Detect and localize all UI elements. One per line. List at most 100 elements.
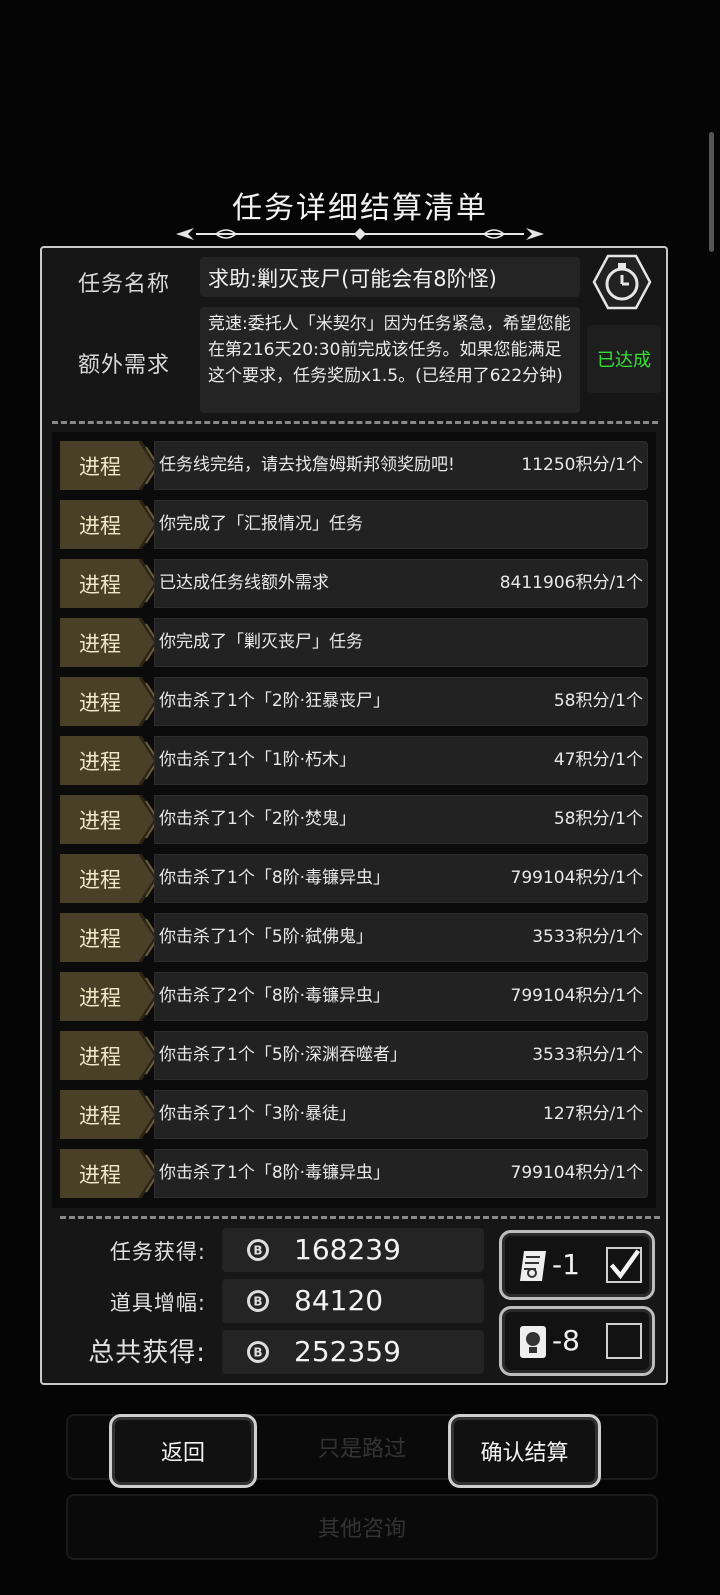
progress-row-desc: 你击杀了1个「2阶·焚鬼」	[159, 809, 357, 829]
svg-text:B: B	[253, 1295, 262, 1309]
progress-row-body: 你击杀了1个「5阶·弑佛鬼」 3533积分/1个	[154, 913, 648, 962]
progress-row-body: 你击杀了1个「2阶·狂暴丧尸」 58积分/1个	[154, 677, 648, 726]
progress-tag-label: 进程	[79, 1044, 121, 1069]
progress-row-desc: 你击杀了1个「2阶·狂暴丧尸」	[159, 691, 391, 711]
progress-row-body: 你完成了「汇报情况」任务	[154, 500, 648, 549]
coin-icon: B	[247, 1341, 269, 1363]
progress-row-desc: 你击杀了1个「5阶·深渊吞噬者」	[159, 1045, 408, 1065]
progress-row-desc: 你击杀了1个「8阶·毒镰异虫」	[159, 1163, 391, 1183]
title-ornament	[176, 228, 544, 240]
task-name-label: 任务名称	[78, 272, 171, 297]
extra-requirement-label: 额外需求	[78, 353, 171, 378]
progress-row-value: 58积分/1个	[553, 691, 643, 711]
progress-row: 进程 你击杀了1个「1阶·朽木」 47积分/1个	[60, 736, 648, 785]
task-earned-label: 任务获得:	[109, 1240, 206, 1264]
scroll-option[interactable]: -1	[499, 1230, 655, 1300]
progress-row-desc: 你完成了「汇报情况」任务	[159, 514, 363, 534]
progress-row-body: 你击杀了1个「2阶·焚鬼」 58积分/1个	[154, 795, 648, 844]
progress-row: 进程 你击杀了1个「5阶·弑佛鬼」 3533积分/1个	[60, 913, 648, 962]
progress-row-desc: 你击杀了2个「8阶·毒镰异虫」	[159, 986, 391, 1006]
progress-row-body: 你击杀了1个「1阶·朽木」 47积分/1个	[154, 736, 648, 785]
progress-row-body: 你击杀了1个「8阶·毒镰异虫」 799104积分/1个	[154, 854, 648, 903]
progress-row-value: 58积分/1个	[553, 809, 643, 829]
progress-row-body: 你完成了「剿灭丧尸」任务	[154, 618, 648, 667]
progress-row-value: 799104积分/1个	[510, 1163, 643, 1183]
coin-icon: B	[247, 1290, 269, 1312]
progress-tag-label: 进程	[79, 749, 121, 774]
dialog-title: 任务详细结算清单	[232, 191, 488, 226]
card-checkbox[interactable]	[606, 1323, 642, 1359]
progress-row-body: 已达成任务线额外需求 8411906积分/1个	[154, 559, 648, 608]
divider	[60, 1216, 660, 1219]
progress-row-desc: 你击杀了1个「3阶·暴徒」	[159, 1104, 357, 1124]
progress-row-desc: 你击杀了1个「5阶·弑佛鬼」	[159, 927, 374, 947]
back-button[interactable]: 返回	[109, 1414, 257, 1488]
progress-row-value: 47积分/1个	[553, 750, 643, 770]
scroll-checkbox[interactable]	[606, 1247, 642, 1283]
progress-row: 进程 你完成了「汇报情况」任务	[60, 500, 648, 549]
coin-icon: B	[247, 1239, 269, 1261]
scroll-cost: -1	[552, 1248, 580, 1281]
progress-tag-label: 进程	[79, 926, 121, 951]
item-bonus-value: 84120	[294, 1284, 384, 1317]
card-option[interactable]: -8	[499, 1306, 655, 1376]
progress-row-value: 799104积分/1个	[510, 986, 643, 1006]
requirement-status: 已达成	[587, 325, 661, 393]
total-earned-value: 252359	[294, 1335, 401, 1368]
progress-row: 进程 任务线完结，请去找詹姆斯邦领奖励吧! 11250积分/1个	[60, 441, 648, 490]
task-name-value: 求助:剿灭丧尸(可能会有8阶怪)	[200, 257, 580, 297]
progress-row-value: 799104积分/1个	[510, 868, 643, 888]
total-earned-box: B 252359	[222, 1330, 484, 1374]
card-cost: -8	[552, 1324, 580, 1357]
progress-row-body: 你击杀了1个「8阶·毒镰异虫」 799104积分/1个	[154, 1149, 648, 1198]
extra-requirement-text: 竞速:委托人「米契尔」因为任务紧急，希望您能在第216天20:30前完成该任务。…	[200, 307, 580, 413]
stopwatch-icon	[592, 254, 652, 310]
item-bonus-label: 道具增幅:	[109, 1291, 206, 1315]
progress-tag-label: 进程	[79, 1162, 121, 1187]
confirm-settlement-button[interactable]: 确认结算	[448, 1414, 601, 1488]
item-bonus-box: B 84120	[222, 1279, 484, 1323]
progress-row-value: 3533积分/1个	[532, 1045, 643, 1065]
progress-tag-label: 进程	[79, 572, 121, 597]
progress-row-desc: 你击杀了1个「8阶·毒镰异虫」	[159, 868, 391, 888]
progress-tag-label: 进程	[79, 454, 121, 479]
progress-tag-label: 进程	[79, 1103, 121, 1128]
progress-row: 进程 你击杀了1个「5阶·深渊吞噬者」 3533积分/1个	[60, 1031, 648, 1080]
progress-row: 进程 你击杀了2个「8阶·毒镰异虫」 799104积分/1个	[60, 972, 648, 1021]
bg-button-other-consult: 其他咨询	[66, 1494, 658, 1560]
progress-row: 进程 你完成了「剿灭丧尸」任务	[60, 618, 648, 667]
progress-tag-label: 进程	[79, 690, 121, 715]
progress-row-value: 8411906积分/1个	[499, 573, 643, 593]
progress-row-body: 任务线完结，请去找詹姆斯邦领奖励吧! 11250积分/1个	[154, 441, 648, 490]
svg-text:B: B	[253, 1346, 262, 1360]
task-earned-box: B 168239	[222, 1228, 484, 1272]
checkmark-icon	[609, 1249, 641, 1280]
progress-row-value: 11250积分/1个	[521, 455, 643, 475]
progress-row-desc: 任务线完结，请去找詹姆斯邦领奖励吧!	[159, 455, 455, 475]
progress-row-value: 127积分/1个	[543, 1104, 643, 1124]
scroll-icon	[520, 1251, 546, 1281]
progress-row-body: 你击杀了2个「8阶·毒镰异虫」 799104积分/1个	[154, 972, 648, 1021]
progress-row: 进程 你击杀了1个「2阶·焚鬼」 58积分/1个	[60, 795, 648, 844]
task-earned-value: 168239	[294, 1233, 401, 1266]
progress-row-body: 你击杀了1个「3阶·暴徒」 127积分/1个	[154, 1090, 648, 1139]
progress-row-desc: 已达成任务线额外需求	[159, 573, 329, 593]
svg-text:B: B	[253, 1244, 262, 1258]
progress-row: 进程 你击杀了1个「3阶·暴徒」 127积分/1个	[60, 1090, 648, 1139]
total-earned-label: 总共获得:	[88, 1338, 206, 1368]
progress-row-desc: 你完成了「剿灭丧尸」任务	[159, 632, 363, 652]
progress-tag-label: 进程	[79, 631, 121, 656]
progress-row: 进程 你击杀了1个「8阶·毒镰异虫」 799104积分/1个	[60, 854, 648, 903]
card-icon	[520, 1326, 546, 1358]
progress-row-value: 3533积分/1个	[532, 927, 643, 947]
divider	[52, 421, 658, 424]
progress-row: 进程 你击杀了1个「2阶·狂暴丧尸」 58积分/1个	[60, 677, 648, 726]
progress-tag-label: 进程	[79, 985, 121, 1010]
progress-row-body: 你击杀了1个「5阶·深渊吞噬者」 3533积分/1个	[154, 1031, 648, 1080]
progress-tag-label: 进程	[79, 808, 121, 833]
progress-row: 进程 已达成任务线额外需求 8411906积分/1个	[60, 559, 648, 608]
progress-row: 进程 你击杀了1个「8阶·毒镰异虫」 799104积分/1个	[60, 1149, 648, 1198]
progress-row-desc: 你击杀了1个「1阶·朽木」	[159, 750, 357, 770]
progress-tag-label: 进程	[79, 513, 121, 538]
progress-tag-label: 进程	[79, 867, 121, 892]
